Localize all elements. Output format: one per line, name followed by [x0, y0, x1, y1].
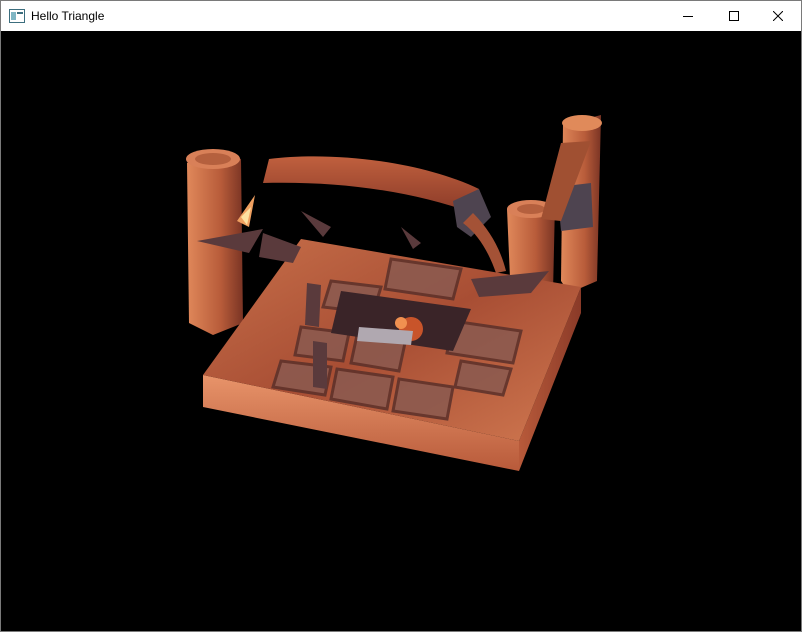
close-icon [773, 11, 783, 21]
title-bar[interactable]: Hello Triangle [1, 1, 801, 31]
app-window-icon [9, 9, 25, 23]
maximize-icon [729, 11, 739, 21]
back-beam [263, 156, 479, 213]
window-title: Hello Triangle [31, 9, 105, 23]
minimize-icon [683, 11, 693, 21]
close-button[interactable] [755, 1, 801, 31]
minimize-button[interactable] [665, 1, 711, 31]
render-viewport[interactable] [1, 31, 801, 631]
app-window: Hello Triangle [0, 0, 802, 632]
3d-scene [186, 115, 602, 471]
maximize-button[interactable] [711, 1, 757, 31]
